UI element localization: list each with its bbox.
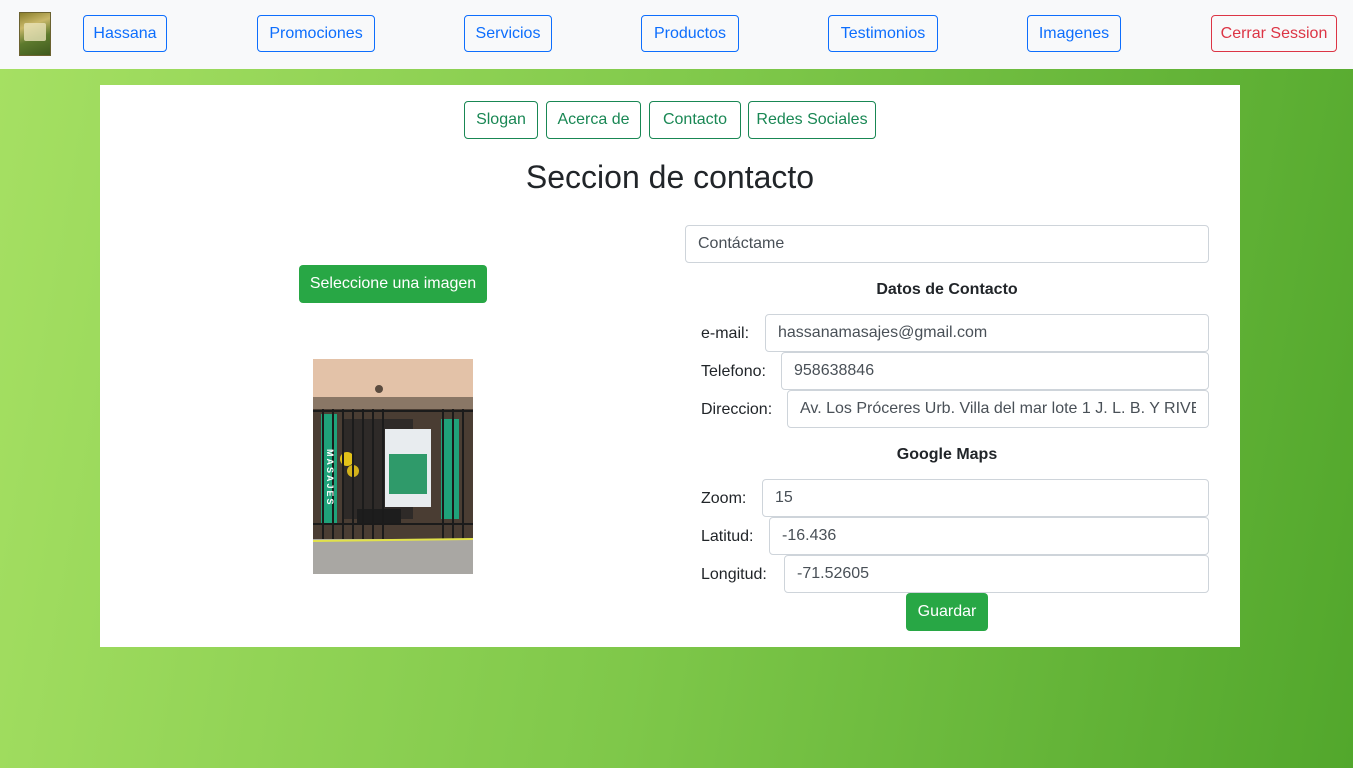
top-navbar: Hassana Promociones Servicios Productos … xyxy=(0,0,1353,69)
tab-contacto[interactable]: Contacto xyxy=(649,101,741,139)
google-maps-title: Google Maps xyxy=(896,446,998,463)
select-image-button[interactable]: Seleccione una imagen xyxy=(299,265,487,303)
phone-field[interactable] xyxy=(781,352,1209,390)
nav-hassana-button[interactable]: Hassana xyxy=(83,15,167,52)
tab-redes-sociales[interactable]: Redes Sociales xyxy=(748,101,876,139)
email-label: e-mail: xyxy=(701,325,750,342)
contact-heading-input[interactable] xyxy=(685,225,1209,263)
content-card: Slogan Acerca de Contacto Redes Sociales… xyxy=(100,85,1240,647)
storefront-photo: MASAJES xyxy=(313,359,473,574)
latitude-label: Latitud: xyxy=(701,528,754,545)
address-label: Direccion: xyxy=(701,401,773,418)
longitude-field[interactable] xyxy=(784,555,1209,593)
photo-sign-text: MASAJES xyxy=(325,449,335,507)
nav-testimonios-button[interactable]: Testimonios xyxy=(828,15,938,52)
save-button[interactable]: Guardar xyxy=(906,593,988,631)
nav-promociones-button[interactable]: Promociones xyxy=(257,15,375,52)
logout-button[interactable]: Cerrar Session xyxy=(1211,15,1337,52)
address-field[interactable] xyxy=(787,390,1209,428)
logo-image[interactable] xyxy=(19,12,51,56)
tab-slogan[interactable]: Slogan xyxy=(464,101,538,139)
longitude-label: Longitud: xyxy=(701,566,767,583)
phone-label: Telefono: xyxy=(701,363,766,380)
zoom-field[interactable] xyxy=(762,479,1209,517)
nav-imagenes-button[interactable]: Imagenes xyxy=(1027,15,1121,52)
zoom-label: Zoom: xyxy=(701,490,747,507)
nav-servicios-button[interactable]: Servicios xyxy=(464,15,552,52)
email-field[interactable] xyxy=(765,314,1209,352)
contact-data-title: Datos de Contacto xyxy=(876,281,1018,298)
tab-acerca-de[interactable]: Acerca de xyxy=(546,101,641,139)
page-title: Seccion de contacto xyxy=(525,159,815,195)
latitude-field[interactable] xyxy=(769,517,1209,555)
nav-productos-button[interactable]: Productos xyxy=(641,15,739,52)
